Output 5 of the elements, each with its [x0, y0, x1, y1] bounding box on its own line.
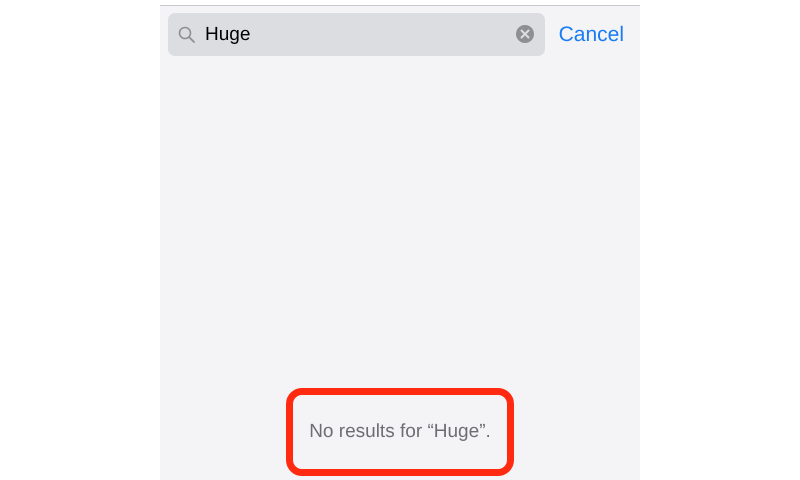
no-results-message: No results for “Huge”.	[309, 421, 491, 443]
search-icon	[178, 26, 195, 43]
clear-button[interactable]	[514, 24, 535, 44]
cancel-button[interactable]: Cancel	[558, 22, 624, 46]
search-field[interactable]: Huge	[168, 13, 545, 56]
